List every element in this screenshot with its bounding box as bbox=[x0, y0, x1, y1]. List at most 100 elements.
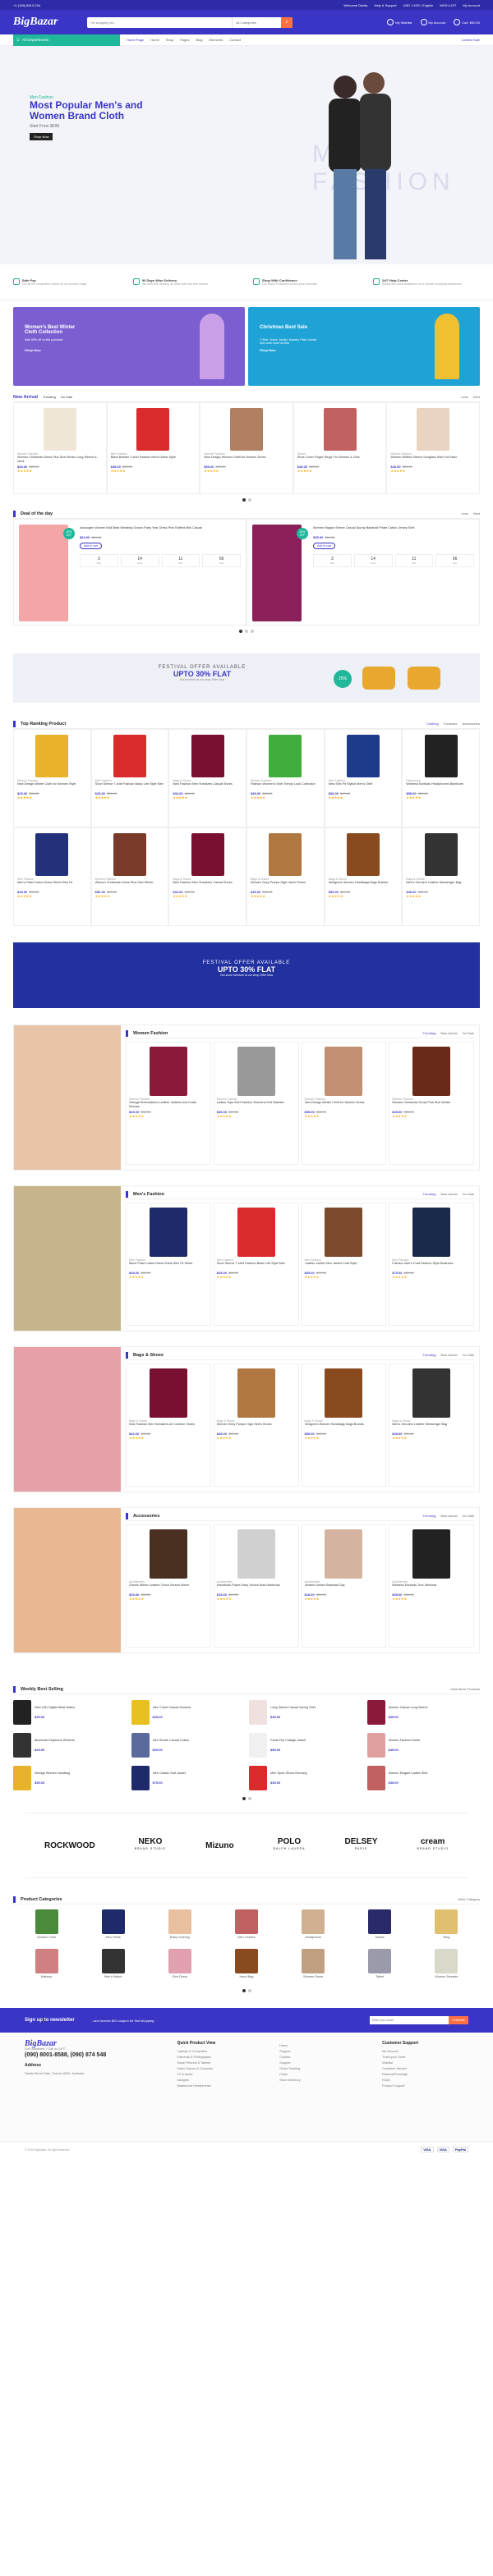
weekly-item[interactable]: Bluetooth Earphone Wireless $25.00 bbox=[13, 1730, 127, 1760]
product-image[interactable] bbox=[113, 833, 146, 876]
footer-link[interactable]: Video Games & Consoles bbox=[177, 2066, 263, 2072]
banner-button[interactable]: Shop Now bbox=[25, 348, 41, 352]
product-image[interactable] bbox=[43, 408, 76, 451]
category-image[interactable] bbox=[302, 1909, 325, 1934]
product-card[interactable]: Bags & Shoes Men's Genuine Leather Messen… bbox=[389, 1364, 474, 1487]
footer-link[interactable]: Track your Order bbox=[382, 2055, 468, 2060]
promo-banner-women[interactable]: Women's Best Winter Cloth Collection Sal… bbox=[13, 307, 245, 386]
product-card[interactable]: Women Fashion Fashion Women's Shirt Trend… bbox=[246, 729, 325, 827]
dot[interactable] bbox=[247, 498, 251, 502]
tab-new-arrival[interactable]: New Arrival bbox=[440, 1353, 457, 1357]
product-name[interactable]: New Fashion Men Sneakers Casual Shoes bbox=[173, 782, 242, 790]
promo-banner-christmas[interactable]: Christmas Best Sale T-Shirt, Jeans, Jack… bbox=[248, 307, 480, 386]
product-image[interactable] bbox=[424, 735, 458, 777]
product-card[interactable]: Accessories Wireless Earbuds True Wireles… bbox=[389, 1524, 474, 1648]
footer-link[interactable]: Support bbox=[279, 2049, 366, 2055]
search-input[interactable] bbox=[87, 16, 232, 28]
category-item[interactable]: Mobile bbox=[347, 1909, 413, 1946]
subscribe-button[interactable]: Subscribe bbox=[449, 2016, 468, 2024]
product-image[interactable] bbox=[412, 1047, 451, 1096]
footer-link[interactable]: My Account bbox=[382, 2049, 468, 2055]
category-label[interactable]: Headphone bbox=[280, 1936, 347, 1939]
category-label[interactable]: Tablet bbox=[347, 1975, 413, 1978]
footer-link[interactable]: Wishlist bbox=[382, 2060, 468, 2066]
product-image[interactable] bbox=[136, 408, 170, 451]
product-image[interactable] bbox=[269, 735, 302, 777]
category-image[interactable] bbox=[368, 1949, 392, 1973]
tab-trending[interactable]: Trending bbox=[423, 1514, 436, 1518]
category-image[interactable] bbox=[302, 1949, 325, 1973]
nav-link-elements[interactable]: Elements bbox=[210, 38, 223, 42]
category-image[interactable] bbox=[35, 1909, 58, 1934]
weekly-item[interactable]: Long Sleeve Casual Spring Shirt $35.00 bbox=[249, 1698, 362, 1727]
product-card[interactable]: Women Fashion New Design Winter Cloth for… bbox=[301, 1042, 387, 1165]
footer-link[interactable]: Store Directory bbox=[279, 2078, 366, 2083]
product-image[interactable] bbox=[131, 1766, 150, 1790]
product-image[interactable] bbox=[366, 1733, 385, 1758]
product-card[interactable]: Women Fashion Women Christmas Dress Plus … bbox=[389, 1042, 474, 1165]
tab-clothing[interactable]: Clothing bbox=[426, 722, 439, 726]
category-label[interactable]: Hand Bag bbox=[213, 1975, 279, 1978]
product-image[interactable] bbox=[149, 1208, 187, 1257]
product-card[interactable]: Men Fashion Leather Jacket Men Jacket Coa… bbox=[301, 1203, 387, 1326]
category-image[interactable] bbox=[35, 1949, 58, 1973]
product-image[interactable] bbox=[237, 1047, 275, 1096]
dot[interactable] bbox=[251, 630, 254, 633]
product-name[interactable]: Gloves Winter Leather Touch Screen Warm bbox=[129, 1584, 208, 1591]
dot[interactable] bbox=[239, 630, 242, 633]
deal-image[interactable] bbox=[19, 525, 68, 621]
product-name[interactable]: New Design Women Outfit for Women Dress bbox=[204, 456, 289, 463]
product-name[interactable]: Men Classic Suit Jacket bbox=[153, 1772, 186, 1779]
category-item[interactable]: Girls Dress bbox=[146, 1949, 213, 1985]
product-card[interactable]: Bags & Shoes New Fashion Men Sneakers Cas… bbox=[168, 827, 247, 926]
footer-link[interactable]: Cameras & Photography bbox=[177, 2055, 263, 2060]
weekly-item[interactable]: Women Elegant Ladies Shirt $35.00 bbox=[366, 1763, 481, 1793]
product-name[interactable]: New Fashion Men Sneakers Air Cushion Sho… bbox=[129, 1423, 208, 1430]
wishlist-link[interactable]: WISH LIST bbox=[440, 3, 456, 7]
product-card[interactable]: Women Fashion Ladies Tops Shirt Fashion W… bbox=[213, 1042, 299, 1165]
departments-button[interactable]: ☰ All Departments bbox=[13, 34, 120, 46]
product-image[interactable] bbox=[325, 1047, 363, 1096]
tab-on-sale[interactable]: On Sale bbox=[463, 1192, 474, 1196]
account-link[interactable]: My Account bbox=[463, 3, 480, 7]
product-name[interactable]: Women Christmas Dress Plus Size Winter bbox=[392, 1101, 471, 1108]
tab-accessories[interactable]: Accessories bbox=[462, 722, 480, 726]
product-name[interactable]: New LED Digital Wrist Watch bbox=[35, 1706, 75, 1713]
category-select[interactable]: All Categories bbox=[232, 16, 281, 28]
product-name[interactable]: Men Shorts Casual Cotton bbox=[153, 1739, 190, 1746]
product-card[interactable]: Women Fashion Women Ruffled Sleeve Sungla… bbox=[386, 402, 480, 494]
product-card[interactable]: Bags & Shoes Women Sexy Pumps High Heels … bbox=[213, 1364, 299, 1487]
product-image[interactable] bbox=[347, 833, 380, 876]
category-label[interactable]: Makeup bbox=[13, 1975, 80, 1978]
product-image[interactable] bbox=[13, 1766, 31, 1790]
category-item[interactable]: Men Clothes bbox=[213, 1909, 279, 1946]
product-name[interactable]: Fossil Flip Cottage Jacket bbox=[270, 1739, 306, 1746]
product-image[interactable] bbox=[249, 1700, 267, 1725]
category-model-image[interactable] bbox=[14, 1347, 121, 1492]
account-button[interactable]: My Account bbox=[420, 19, 445, 25]
category-item[interactable]: Headphone bbox=[280, 1909, 347, 1946]
product-image[interactable] bbox=[325, 1368, 363, 1418]
footer-link[interactable]: Order Tracking bbox=[279, 2066, 366, 2072]
product-name[interactable]: Shoe Cover Finger Rings For Women & Girl… bbox=[297, 456, 383, 463]
product-name[interactable]: New Design Winter Cloth for Women Dress bbox=[305, 1101, 384, 1108]
wishlist-button[interactable]: My Wishlist bbox=[387, 19, 412, 25]
product-name[interactable]: New Fashion Men Sneakers Casual Shoes bbox=[173, 881, 242, 888]
brand-logo-mizuno[interactable]: Mizuno bbox=[205, 1841, 233, 1849]
product-card[interactable]: Accessories Gloves Winter Leather Touch S… bbox=[126, 1524, 211, 1648]
nav-link-shop[interactable]: Shop bbox=[166, 38, 173, 42]
brand-logo-polo[interactable]: POLO RALPH LAUREN bbox=[274, 1838, 306, 1853]
category-label[interactable]: Men Shirts bbox=[80, 1936, 146, 1939]
tab-on-sale[interactable]: On Sale bbox=[463, 1031, 474, 1035]
product-card[interactable]: Men Fashion Fashion Men's Coat Fashion St… bbox=[389, 1203, 474, 1326]
dot[interactable] bbox=[242, 1989, 246, 1992]
category-label[interactable]: Girls Dress bbox=[146, 1975, 213, 1978]
product-image[interactable] bbox=[249, 1733, 267, 1758]
product-name[interactable]: Wireless Earbuds True Wireless bbox=[392, 1584, 471, 1591]
product-image[interactable] bbox=[191, 833, 224, 876]
tab-new-arrival[interactable]: New Arrival bbox=[440, 1031, 457, 1035]
product-name[interactable]: New Slim Fit Stylish Men's Shirt bbox=[329, 782, 399, 790]
product-name[interactable]: Women Casual Long Sleeve bbox=[389, 1706, 428, 1713]
product-image[interactable] bbox=[325, 1529, 363, 1579]
weekly-item[interactable]: Men Shorts Casual Cotton $25.00 bbox=[131, 1730, 245, 1760]
